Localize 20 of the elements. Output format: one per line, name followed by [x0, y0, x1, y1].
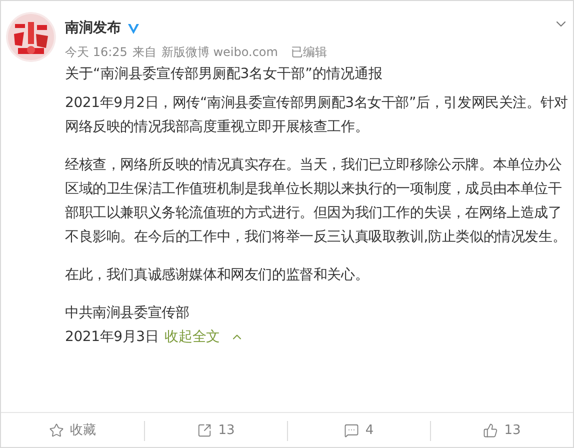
source-label: 来自	[132, 44, 156, 61]
edited-label[interactable]: 已编辑	[290, 43, 327, 61]
star-icon	[49, 423, 64, 438]
post-paragraph: 经核查，网络所反映的情况真实存在。当天，我们已立即移除公示牌。本单位办公区域的卫生保洁工作值班机制是我单位长期以来执行的一项制度，成员由本单位干部职工以兼职义务轮流值班的方式进行。但因为我们工作的失误，在网络上造成了不良影响。在今后的工作中，我们将举一反三认真吸取教训,防止类似的情况发生。	[65, 156, 568, 247]
post-paragraph: 在此，我们真诚感谢媒体和网友们的监督和关心。	[65, 266, 370, 285]
comment-button[interactable]: 4	[344, 421, 374, 440]
account-name[interactable]: 南涧发布	[65, 18, 121, 39]
thumbs-up-icon	[483, 423, 498, 438]
favorite-button[interactable]: 收藏	[49, 421, 96, 440]
signature: 中共南涧县委宣传部	[65, 304, 190, 323]
post-time[interactable]: 今天 16:25	[65, 43, 128, 61]
comment-icon	[344, 423, 360, 438]
share-icon	[197, 423, 212, 438]
post-title: 关于“南涧县委宣传部男厕配3名女干部”的情况通报	[65, 65, 384, 84]
post-date: 2021年9月3日	[65, 328, 159, 347]
like-button[interactable]: 13	[483, 421, 521, 440]
repost-button[interactable]: 13	[197, 421, 235, 440]
collapse-link[interactable]: 收起全文	[164, 325, 244, 349]
source-link[interactable]: 新版微博 weibo.com	[161, 43, 278, 61]
post-paragraph: 2021年9月2日，网传“南涧县委宣传部男厕配3名女干部”后，引发网民关注。针对网络反映的情况我部高度重视立即开展核查工作。	[65, 94, 569, 137]
